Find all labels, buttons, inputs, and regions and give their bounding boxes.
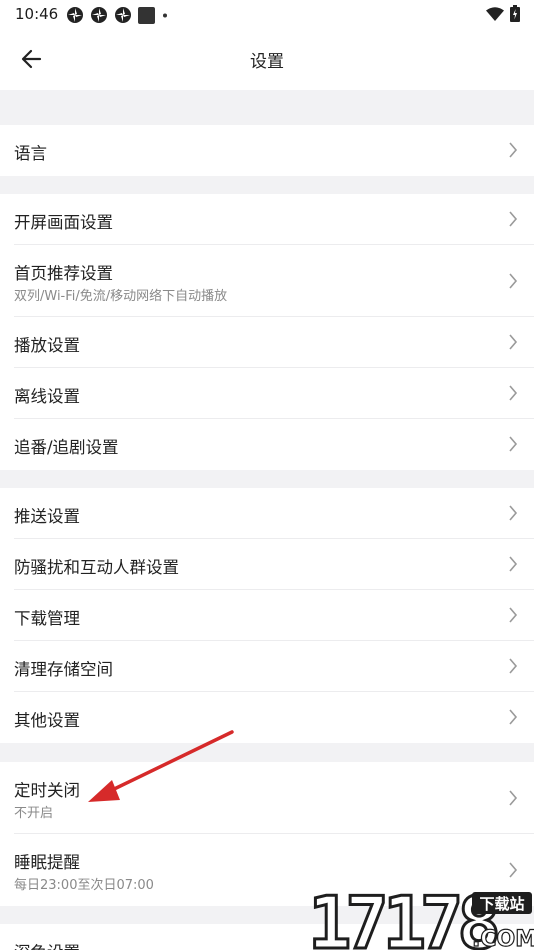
settings-item-language[interactable]: 语言: [0, 125, 534, 176]
svg-text:17178: 17178: [308, 884, 496, 950]
item-subtitle: 每日23:00至次日07:00: [14, 878, 154, 893]
chevron-right-icon: [509, 556, 518, 572]
notification-icons: [66, 6, 169, 24]
settings-item-splash-screen[interactable]: 开屏画面设置: [0, 194, 534, 245]
settings-item-offline[interactable]: 离线设置: [0, 368, 534, 419]
chevron-right-icon: [509, 790, 518, 806]
pinwheel-icon: [91, 7, 107, 23]
page-title: 设置: [250, 52, 284, 72]
svg-text:下载站: 下载站: [479, 895, 524, 913]
item-subtitle: 不开启: [14, 806, 54, 821]
chevron-right-icon: [509, 709, 518, 725]
status-bar: 10:46: [0, 0, 534, 28]
item-label: 定时关闭: [14, 781, 80, 800]
item-label: 语言: [14, 144, 47, 163]
chevron-right-icon: [509, 334, 518, 350]
svg-text:.COM: .COM: [472, 927, 534, 950]
item-label: 下载管理: [14, 609, 80, 628]
settings-item-clear-storage[interactable]: 清理存储空间: [0, 641, 534, 692]
item-label: 开屏画面设置: [14, 213, 113, 232]
chevron-right-icon: [509, 211, 518, 227]
item-label: 离线设置: [14, 387, 80, 406]
item-label: 防骚扰和互动人群设置: [14, 558, 179, 577]
item-label: 睡眠提醒: [14, 853, 80, 872]
item-label: 清理存储空间: [14, 660, 113, 679]
settings-item-timed-shutdown[interactable]: 定时关闭 不开启: [0, 762, 534, 834]
settings-item-download-management[interactable]: 下载管理: [0, 590, 534, 641]
item-label: 首页推荐设置: [14, 264, 113, 283]
settings-item-playback[interactable]: 播放设置: [0, 317, 534, 368]
item-label: 深色设置: [14, 939, 80, 950]
item-label: 播放设置: [14, 336, 80, 355]
pinwheel-icon: [67, 7, 83, 23]
settings-item-push[interactable]: 推送设置: [0, 488, 534, 539]
chevron-right-icon: [509, 273, 518, 289]
battery-icon: [510, 5, 520, 22]
chevron-right-icon: [509, 385, 518, 401]
settings-item-follow-series[interactable]: 追番/追剧设置: [0, 419, 534, 470]
chevron-right-icon: [509, 862, 518, 878]
dot-icon: [163, 13, 167, 17]
item-label: 推送设置: [14, 507, 80, 526]
site-watermark-logo: 17178 下载站 .COM: [307, 884, 534, 950]
chevron-right-icon: [509, 142, 518, 158]
item-subtitle: 双列/Wi-Fi/免流/移动网络下自动播放: [14, 289, 228, 304]
top-bar: 设置: [0, 28, 534, 90]
chevron-right-icon: [509, 658, 518, 674]
settings-item-home-recommend[interactable]: 首页推荐设置 双列/Wi-Fi/免流/移动网络下自动播放: [0, 245, 534, 317]
chevron-right-icon: [509, 607, 518, 623]
system-icons: [486, 5, 520, 22]
settings-item-anti-harassment[interactable]: 防骚扰和互动人群设置: [0, 539, 534, 590]
chevron-right-icon: [509, 505, 518, 521]
wifi-icon: [486, 6, 504, 21]
item-label: 其他设置: [14, 711, 80, 730]
item-label: 追番/追剧设置: [14, 438, 119, 457]
status-time: 10:46: [15, 5, 59, 23]
chevron-right-icon: [509, 436, 518, 452]
pinwheel-icon: [115, 7, 131, 23]
app-square-icon: [138, 6, 155, 24]
settings-item-other[interactable]: 其他设置: [0, 692, 534, 743]
